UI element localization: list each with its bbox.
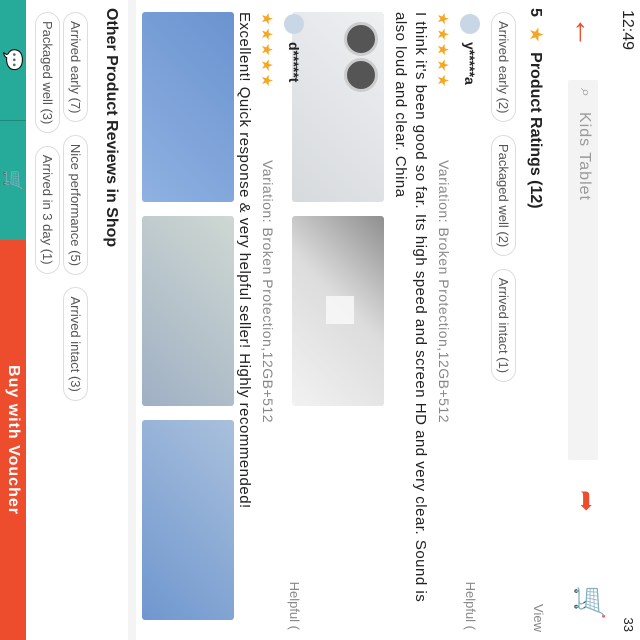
review-photo[interactable] (292, 12, 384, 202)
search-placeholder: Kids Tablet (576, 112, 593, 201)
filter-chip[interactable]: Nice performance (5) (63, 134, 88, 276)
review-photo[interactable] (142, 216, 234, 406)
view-all-link[interactable]: View (531, 604, 546, 632)
cart-button[interactable]: 🛒 (573, 585, 606, 620)
status-right: 33 (621, 617, 636, 632)
share-icon: ➦ (572, 490, 602, 512)
chat-icon: 💬 (3, 48, 23, 72)
back-button[interactable]: ← (566, 12, 606, 52)
top-bar: ← ⌕ Kids Tablet ➦ 🛒 (556, 0, 616, 640)
review-photo[interactable] (292, 216, 384, 406)
review-variation: Variation: Broken Protection,12GB+512 (436, 160, 452, 424)
filter-chip[interactable]: Arrived early (2) (491, 12, 516, 123)
other-reviews-chips-row1: Arrived early (7) Nice performance (5) A… (58, 12, 88, 640)
review-text: Excellent! Quick response & very helpful… (236, 12, 253, 509)
add-to-cart-icon: 🛒 (3, 169, 23, 193)
cart-icon: 🛒 (574, 585, 605, 620)
reviewer-name: d*****t (286, 42, 302, 83)
search-input[interactable]: ⌕ Kids Tablet (568, 80, 598, 460)
review-photo[interactable] (142, 420, 234, 620)
filter-chip[interactable]: Arrived early (7) (63, 12, 88, 123)
buy-with-voucher-button[interactable]: Buy with Voucher (0, 240, 26, 640)
phone-screen: 12:49 33 ← ⌕ Kids Tablet ➦ 🛒 5 ★ Product… (0, 0, 640, 640)
star-icon: ★ (527, 27, 544, 42)
rating-filter-chips: Arrived early (2) Packaged well (2) Arri… (486, 12, 516, 640)
windows-logo (326, 296, 354, 324)
camera-lens (344, 58, 378, 92)
ratings-header: 5 ★ Product Ratings (12) View (522, 8, 546, 638)
filter-chip[interactable]: Packaged well (2) (491, 134, 516, 257)
bottom-action-bar: 💬 🛒 Buy with Voucher (0, 0, 26, 640)
filter-chip[interactable]: Arrived in 3 day (1) (35, 145, 60, 274)
arrow-left-icon: ← (568, 16, 604, 48)
chat-button[interactable]: 💬 (0, 0, 26, 120)
status-time: 12:49 (619, 10, 636, 51)
rating-score: 5 (527, 8, 544, 17)
other-reviews-title: Other Product Reviews in Shop (103, 8, 120, 248)
share-button[interactable]: ➦ (571, 490, 602, 512)
filter-chip[interactable]: Arrived intact (1) (491, 268, 516, 383)
search-icon: ⌕ (577, 88, 594, 97)
avatar (460, 14, 480, 34)
add-to-cart-button[interactable]: 🛒 (0, 120, 26, 241)
ratings-title: Product Ratings (12) (527, 52, 544, 209)
other-reviews-chips-row2: Packaged well (3) Arrived in 3 day (1) (30, 12, 60, 640)
status-bar: 12:49 33 (614, 0, 640, 640)
review-variation: Variation: Broken Protection,12GB+512 (260, 160, 276, 424)
review-stars: ★★★★★ (258, 12, 275, 90)
filter-chip[interactable]: Arrived intact (3) (63, 287, 88, 401)
review-stars: ★★★★★ (434, 12, 451, 90)
section-divider (128, 0, 136, 640)
filter-chip[interactable]: Packaged well (3) (35, 12, 60, 134)
avatar (284, 14, 304, 34)
helpful-button[interactable]: Helpful ( (287, 582, 302, 630)
camera-lens (344, 22, 378, 56)
review-photo[interactable] (142, 12, 234, 202)
review-text: I think it's been good so far. Its high … (392, 12, 429, 603)
reviewer-name: y*****a (462, 42, 478, 85)
helpful-button[interactable]: Helpful ( (463, 582, 478, 630)
